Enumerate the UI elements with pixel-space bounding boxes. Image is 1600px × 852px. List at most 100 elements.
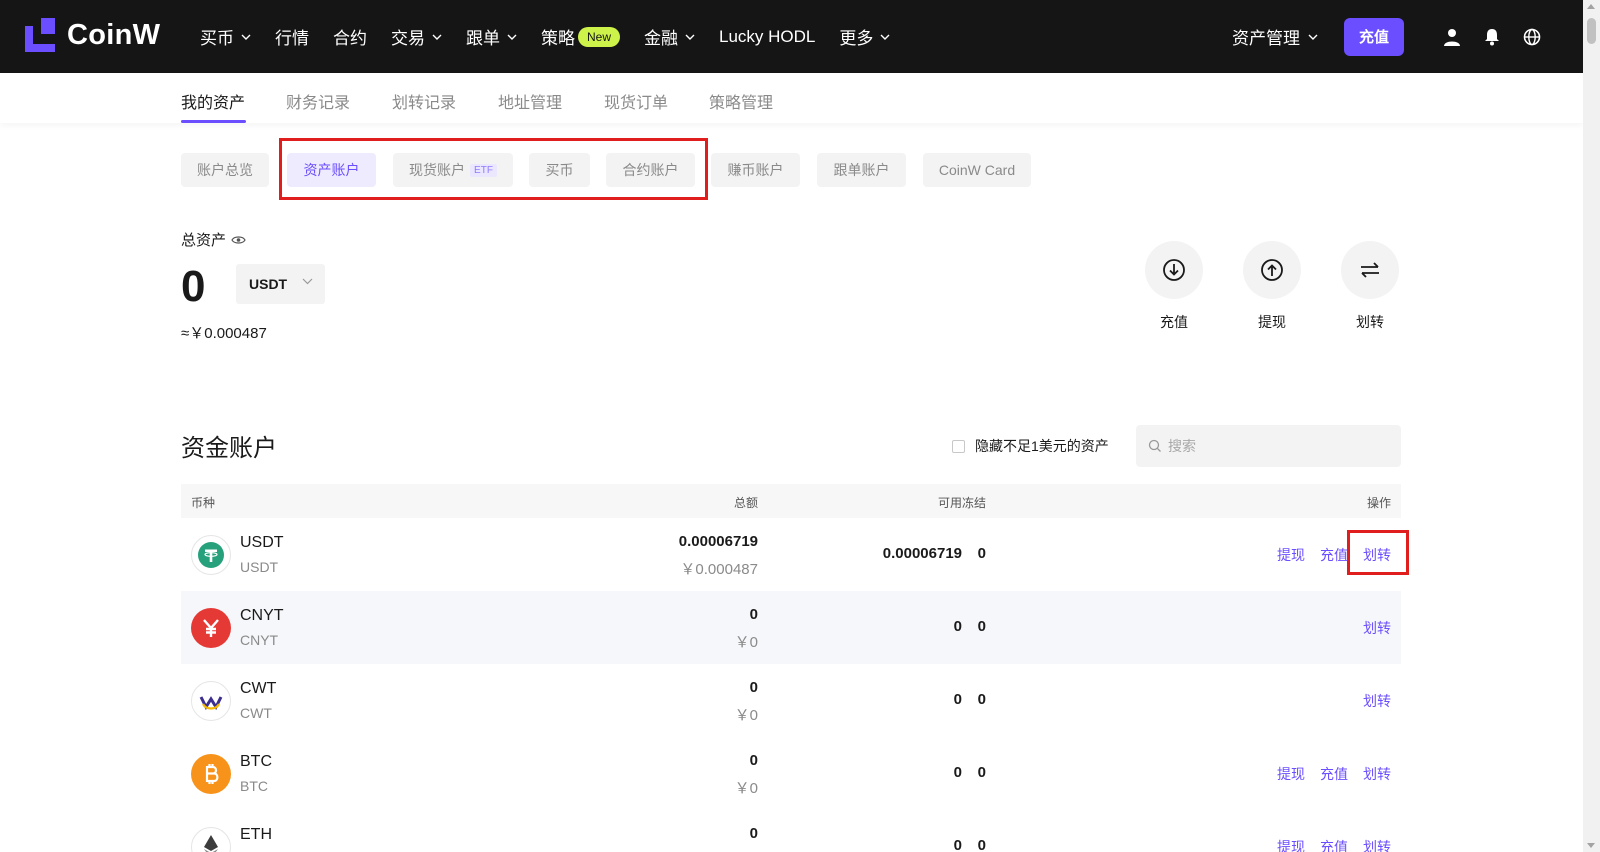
nav-trade[interactable]: 交易 — [391, 24, 442, 49]
total-cny: ￥0 — [734, 780, 758, 797]
account-tab-spot[interactable]: 现货账户 ETF — [393, 153, 513, 187]
account-tab-fund[interactable]: 资产账户 — [287, 153, 376, 187]
deposit-link[interactable]: 充值 — [1320, 764, 1348, 784]
section-title: 资金账户 — [181, 435, 277, 462]
page-scrollbar[interactable] — [1583, 0, 1600, 852]
frozen-amount: 0 — [977, 545, 986, 562]
currency-select[interactable]: USDT — [236, 264, 325, 304]
withdraw-link[interactable]: 提现 — [1277, 764, 1305, 784]
table-header: 币种 总额 可用 冻结 操作 — [181, 484, 1401, 518]
action-label: 充值 — [1160, 314, 1188, 330]
total-amount: 0 — [749, 825, 758, 842]
total-cny: ￥0 — [734, 634, 758, 651]
total-assets-cny: ≈￥0.000487 — [181, 325, 267, 342]
account-tab-futures[interactable]: 合约账户 — [606, 153, 695, 187]
deposit-button[interactable]: 充值 — [1344, 17, 1404, 56]
col-coin: 币种 — [191, 496, 216, 510]
tab-address-management[interactable]: 地址管理 — [498, 89, 562, 113]
tab-my-assets[interactable]: 我的资产 — [181, 89, 245, 113]
nav-label: Lucky HODL — [719, 26, 816, 46]
search-input[interactable] — [1168, 438, 1388, 454]
withdraw-link[interactable]: 提现 — [1277, 545, 1305, 565]
coin-name: CWT — [240, 680, 277, 697]
btc-icon — [191, 754, 231, 794]
available-amount: 0 — [953, 618, 962, 635]
coin-name: ETH — [240, 826, 272, 843]
asset-management-menu[interactable]: 资产管理 — [1232, 24, 1318, 49]
eye-icon[interactable] — [231, 235, 246, 245]
chevron-down-icon — [1308, 34, 1318, 40]
col-total: 总额 — [733, 496, 758, 510]
nav-lucky-hodl[interactable]: Lucky HODL — [719, 27, 815, 47]
available-amount: 0 — [953, 691, 962, 708]
account-tab-overview[interactable]: 账户总览 — [181, 153, 269, 187]
transfer-link[interactable]: 划转 — [1363, 691, 1391, 711]
frozen-amount: 0 — [977, 764, 986, 781]
nav-buy-crypto[interactable]: 买币 — [200, 24, 251, 49]
brand-name: CoinW — [67, 18, 161, 51]
total-assets-text: 总资产 — [181, 232, 227, 249]
total-cny: ￥0 — [734, 707, 758, 724]
deposit-action[interactable]: 充值 — [1145, 241, 1203, 332]
col-frozen: 冻结 — [961, 496, 986, 510]
user-icon[interactable] — [1432, 0, 1472, 73]
nav-futures[interactable]: 合约 — [333, 24, 367, 49]
cwt-icon — [191, 681, 231, 721]
hide-small-checkbox[interactable] — [952, 439, 965, 453]
bell-icon[interactable] — [1472, 0, 1512, 73]
account-tab-copy-trading[interactable]: 跟单账户 — [817, 153, 906, 187]
withdraw-link[interactable]: 提现 — [1277, 837, 1305, 852]
nav-label: 合约 — [333, 29, 367, 48]
total-assets-value: 0 — [181, 262, 206, 311]
chevron-down-icon — [880, 34, 890, 40]
total-cny: ￥0.000487 — [680, 561, 758, 578]
tab-financial-records[interactable]: 财务记录 — [286, 89, 350, 113]
nav-label: 更多 — [839, 29, 874, 48]
chevron-down-icon — [685, 34, 695, 40]
available-amount: 0 — [953, 837, 962, 852]
transfer-link[interactable]: 划转 — [1363, 837, 1391, 852]
withdraw-action[interactable]: 提现 — [1243, 241, 1301, 332]
scroll-down-icon[interactable] — [1587, 843, 1595, 848]
nav-label: 策略 — [541, 29, 575, 48]
currency-value: USDT — [249, 276, 288, 292]
account-tab-earn[interactable]: 赚币账户 — [711, 153, 800, 187]
available-amount: 0 — [953, 764, 962, 781]
main-menu: 买币 行情 合约 交易 跟单 策略 New 金融 Lucky HODL 更多 — [200, 0, 914, 73]
frozen-amount: 0 — [977, 618, 986, 635]
row-ops: 提现 充值 划转 — [1277, 764, 1391, 784]
nav-strategy[interactable]: 策略 New — [541, 24, 621, 49]
coin-sub: USDT — [240, 559, 279, 575]
nav-markets[interactable]: 行情 — [275, 24, 309, 49]
upload-icon — [1243, 241, 1301, 299]
transfer-link[interactable]: 划转 — [1363, 545, 1391, 565]
chevron-down-icon — [432, 34, 442, 40]
usdt-icon — [191, 535, 231, 575]
nav-copy-trading[interactable]: 跟单 — [466, 24, 517, 49]
logo[interactable]: CoinW — [25, 18, 160, 52]
scroll-up-icon[interactable] — [1587, 4, 1595, 9]
download-icon — [1145, 241, 1203, 299]
deposit-link[interactable]: 充值 — [1320, 837, 1348, 852]
globe-icon[interactable] — [1512, 0, 1552, 73]
hide-small-assets-toggle[interactable]: 隐藏不足1美元的资产 — [952, 436, 1109, 456]
nav-more[interactable]: 更多 — [839, 24, 890, 49]
eth-icon — [191, 827, 231, 852]
hide-small-label: 隐藏不足1美元的资产 — [975, 438, 1109, 454]
total-amount: 0 — [749, 752, 758, 769]
deposit-link[interactable]: 充值 — [1320, 545, 1348, 565]
account-tab-buy-crypto[interactable]: 买币 — [529, 153, 590, 187]
search-box[interactable] — [1136, 425, 1401, 467]
available-amount: 0.00006719 — [882, 545, 962, 562]
search-icon — [1148, 439, 1161, 452]
transfer-action[interactable]: 划转 — [1341, 241, 1399, 332]
nav-finance[interactable]: 金融 — [644, 24, 695, 49]
scroll-thumb[interactable] — [1587, 18, 1596, 44]
tab-spot-orders[interactable]: 现货订单 — [604, 89, 668, 113]
account-tab-coinw-card[interactable]: CoinW Card — [923, 153, 1031, 187]
transfer-link[interactable]: 划转 — [1363, 618, 1391, 638]
tab-strategy-management[interactable]: 策略管理 — [709, 89, 773, 113]
tab-transfer-records[interactable]: 划转记录 — [392, 89, 456, 113]
row-ops: 划转 — [1363, 691, 1391, 711]
transfer-link[interactable]: 划转 — [1363, 764, 1391, 784]
